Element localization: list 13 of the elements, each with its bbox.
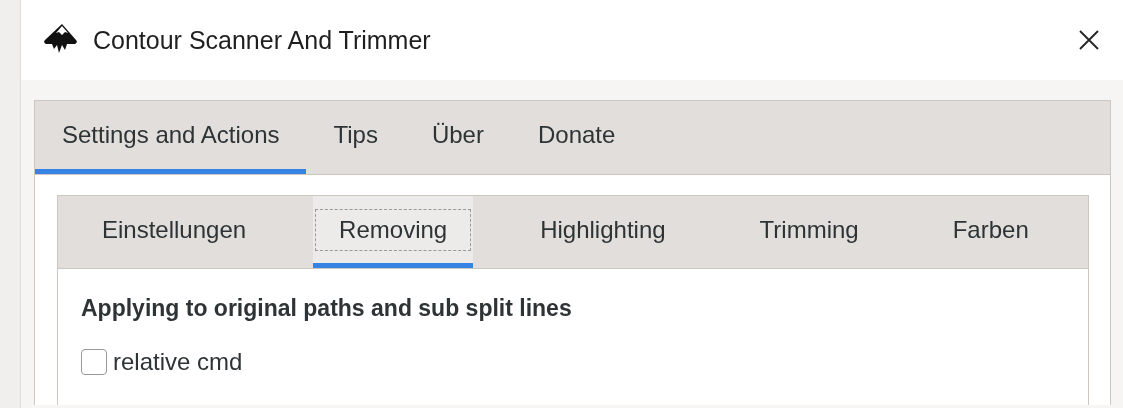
window-title: Contour Scanner And Trimmer xyxy=(93,25,432,55)
tab[interactable]: Farben xyxy=(925,196,1056,268)
section-heading: Applying to original paths and sub split lines xyxy=(81,295,573,322)
checkbox-label[interactable]: relative cmd xyxy=(113,348,243,376)
tab[interactable]: Über xyxy=(404,101,511,174)
tab[interactable]: Tips xyxy=(306,101,405,174)
tab[interactable]: Removing xyxy=(313,196,474,268)
tab[interactable]: Donate xyxy=(510,101,643,174)
tab[interactable]: Highlighting xyxy=(513,196,693,268)
tab[interactable]: Einstellungen xyxy=(75,196,274,268)
tab[interactable]: Settings and Actions xyxy=(35,101,307,174)
checkbox[interactable] xyxy=(81,349,107,375)
tab[interactable]: Trimming xyxy=(732,196,886,268)
